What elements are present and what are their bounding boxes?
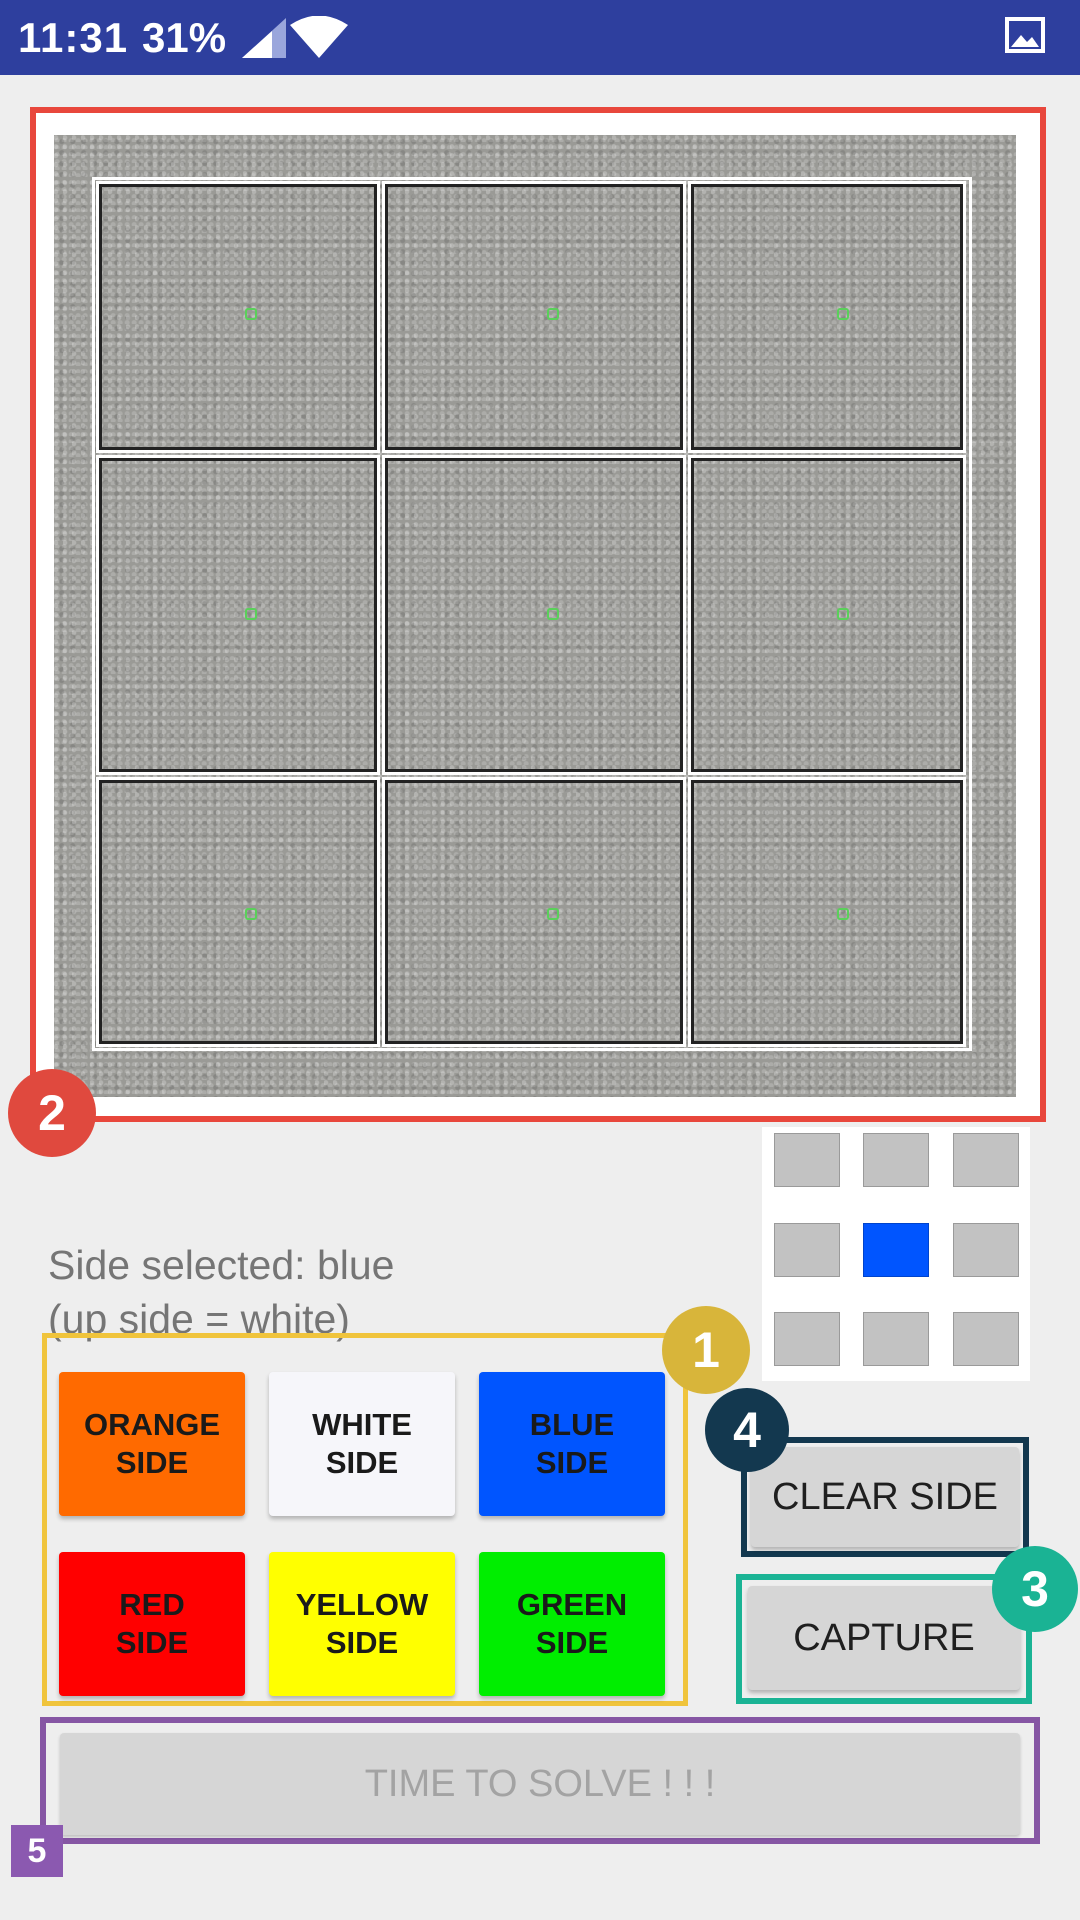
- face-cell: [953, 1312, 1019, 1366]
- signal-icon: [242, 18, 286, 63]
- sample-point: [547, 308, 559, 320]
- solve-highlight: TIME TO SOLVE ! ! !: [40, 1717, 1040, 1844]
- sample-point: [837, 308, 849, 320]
- annotation-badge-4: 4: [705, 1388, 789, 1472]
- sample-point: [837, 908, 849, 920]
- gallery-icon[interactable]: [1005, 17, 1045, 58]
- face-center-cell: [863, 1223, 929, 1277]
- face-cell: [863, 1312, 929, 1366]
- white-side-button[interactable]: WHITE SIDE: [269, 1372, 455, 1516]
- sample-point: [837, 608, 849, 620]
- sample-point: [245, 308, 257, 320]
- annotation-badge-1: 1: [662, 1306, 750, 1394]
- camera-frame: [30, 107, 1046, 1122]
- face-cell: [953, 1223, 1019, 1277]
- clear-side-highlight: CLEAR SIDE: [741, 1437, 1029, 1557]
- side-selected-line: Side selected: blue: [48, 1242, 395, 1288]
- face-cell: [953, 1133, 1019, 1187]
- sample-point: [547, 908, 559, 920]
- grid-cell: [96, 777, 380, 1047]
- status-battery: 31%: [142, 14, 227, 61]
- status-time: 11:31: [18, 14, 129, 61]
- orange-side-button[interactable]: ORANGE SIDE: [59, 1372, 245, 1516]
- capture-highlight: CAPTURE: [736, 1574, 1032, 1704]
- yellow-side-button[interactable]: YELLOW SIDE: [269, 1552, 455, 1696]
- capture-button[interactable]: CAPTURE: [748, 1586, 1020, 1690]
- cube-grid-overlay: [92, 177, 972, 1051]
- annotation-badge-3: 3: [992, 1546, 1078, 1632]
- grid-cell: [688, 777, 966, 1047]
- green-side-button[interactable]: GREEN SIDE: [479, 1552, 665, 1696]
- grid-cell: [382, 181, 686, 453]
- sample-point: [245, 608, 257, 620]
- face-preview-grid: [762, 1127, 1030, 1381]
- status-bar: 11:31 31%: [0, 0, 1080, 75]
- grid-cell: [688, 181, 966, 453]
- camera-preview[interactable]: [54, 135, 1016, 1097]
- sample-point: [547, 608, 559, 620]
- clear-side-button[interactable]: CLEAR SIDE: [751, 1447, 1019, 1547]
- face-cell: [863, 1133, 929, 1187]
- blue-side-button[interactable]: BLUE SIDE: [479, 1372, 665, 1516]
- face-cell: [774, 1133, 840, 1187]
- annotation-badge-2: 2: [8, 1069, 96, 1157]
- time-to-solve-button[interactable]: TIME TO SOLVE ! ! !: [60, 1733, 1020, 1835]
- grid-cell: [688, 455, 966, 775]
- face-cell: [774, 1312, 840, 1366]
- side-selected-text: Side selected: blue (up side = white): [48, 1238, 608, 1346]
- sample-point: [245, 908, 257, 920]
- grid-cell: [382, 777, 686, 1047]
- annotation-badge-5: 5: [11, 1825, 63, 1877]
- grid-cell: [96, 181, 380, 453]
- face-cell: [774, 1223, 840, 1277]
- color-side-buttons: ORANGE SIDE WHITE SIDE BLUE SIDE RED SIDE YE…: [42, 1333, 688, 1706]
- red-side-button[interactable]: RED SIDE: [59, 1552, 245, 1696]
- wifi-icon: [290, 15, 348, 63]
- grid-cell: [96, 455, 380, 775]
- grid-cell: [382, 455, 686, 775]
